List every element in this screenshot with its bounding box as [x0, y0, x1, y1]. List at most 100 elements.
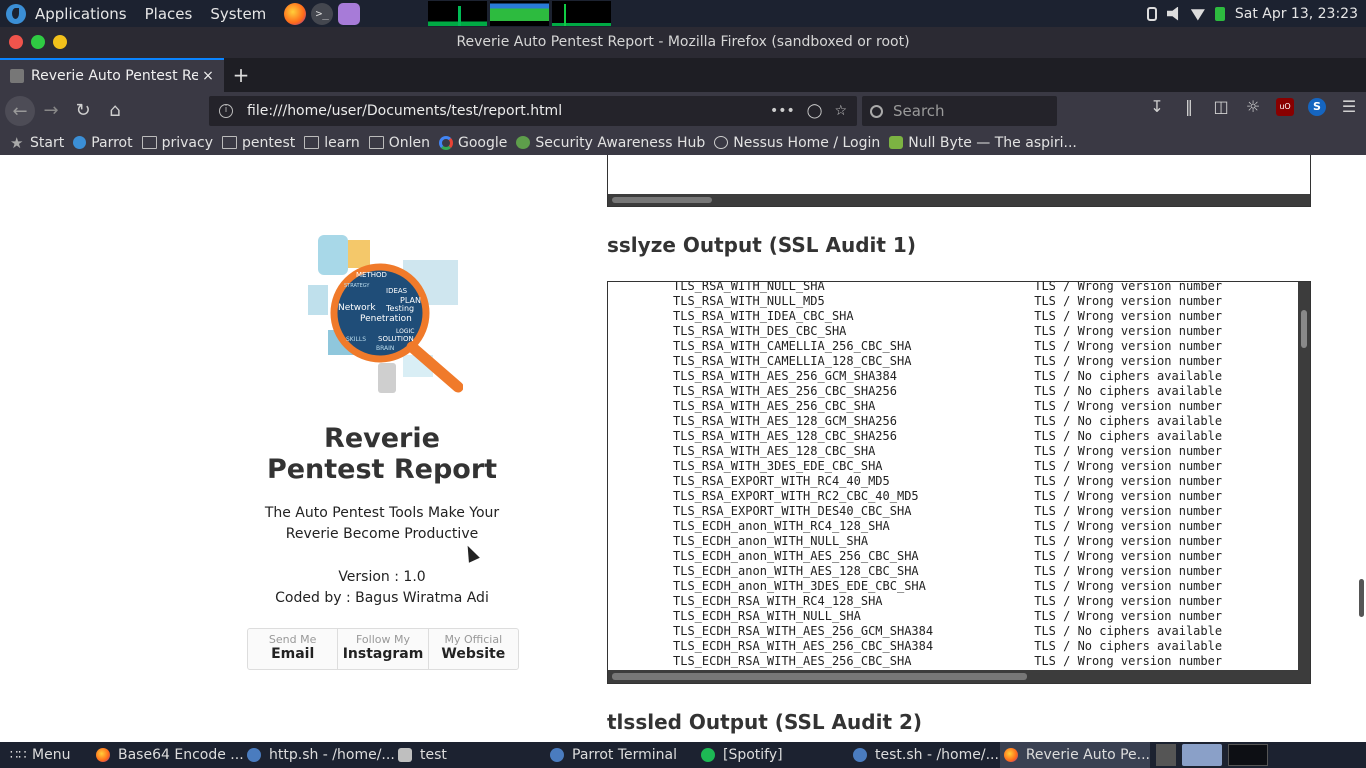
- taskbar-item-http-sh[interactable]: http.sh - /home/...: [247, 742, 395, 768]
- menu-system[interactable]: System: [210, 5, 266, 23]
- taskbar-item-reverie-report[interactable]: Reverie Auto Pe...: [1000, 742, 1150, 768]
- sidebar-icon[interactable]: ◫: [1212, 98, 1230, 116]
- bluetooth-icon[interactable]: [1146, 6, 1157, 21]
- window-close-button[interactable]: [9, 35, 23, 49]
- parrot-logo-icon[interactable]: [6, 3, 26, 24]
- window-maximize-button[interactable]: [31, 35, 45, 49]
- website-button[interactable]: My Official Website: [429, 629, 518, 669]
- extension-s-icon[interactable]: S: [1308, 98, 1326, 116]
- instagram-button[interactable]: Follow My Instagram: [338, 629, 429, 669]
- bookmark-google[interactable]: Google: [439, 135, 507, 151]
- taskbar-menu-button[interactable]: ∷∷ Menu: [10, 742, 70, 768]
- terminal-launcher-icon[interactable]: >_: [311, 2, 334, 25]
- home-icon[interactable]: ⌂: [99, 95, 131, 127]
- cipher-result: TLS / Wrong version number: [1034, 459, 1223, 473]
- page-actions-menu-icon[interactable]: •••: [770, 103, 795, 119]
- firefox-launcher-icon[interactable]: [284, 2, 307, 25]
- cipher-name: TLS_ECDH_anon_WITH_NULL_SHA: [673, 534, 1035, 548]
- report-title: Reverie Pentest Report: [266, 423, 498, 485]
- forward-arrow-icon[interactable]: →: [35, 95, 67, 127]
- cipher-name: TLS_RSA_WITH_DES_CBC_SHA: [673, 324, 1035, 338]
- workspace-1-firefox[interactable]: [1182, 744, 1222, 766]
- text-editor-launcher-icon[interactable]: [338, 2, 361, 25]
- bookmark-start[interactable]: ★ Start: [10, 134, 64, 152]
- editor-icon: [853, 748, 867, 762]
- taskbar-item-test-folder[interactable]: test: [398, 742, 447, 768]
- folder-icon: [222, 136, 237, 149]
- bookmark-star-icon[interactable]: ☆: [834, 103, 847, 119]
- clock[interactable]: Sat Apr 13, 23:23: [1235, 6, 1358, 22]
- bookmark-folder-pentest[interactable]: pentest: [222, 135, 295, 151]
- cipher-name: TLS_ECDH_anon_WITH_AES_128_CBC_SHA: [673, 564, 1035, 578]
- workspace-switcher-icon[interactable]: [1156, 744, 1176, 766]
- bookmark-folder-learn[interactable]: learn: [304, 135, 360, 151]
- tab-close-icon[interactable]: ×: [198, 68, 218, 84]
- search-placeholder[interactable]: Search: [893, 102, 945, 120]
- cipher-result: TLS / Wrong version number: [1034, 281, 1223, 293]
- shield-icon: [516, 136, 531, 149]
- ssl-output-line: TLS_RSA_WITH_CAMELLIA_256_CBC_SHA TLS / …: [673, 339, 1222, 354]
- terminal-icon: [550, 748, 564, 762]
- url-text[interactable]: file:///home/user/Documents/test/report.…: [247, 103, 770, 119]
- cipher-name: TLS_RSA_WITH_IDEA_CBC_SHA: [673, 309, 1035, 323]
- folder-icon: [398, 748, 412, 762]
- bookmark-folder-privacy[interactable]: privacy: [141, 135, 213, 151]
- ssl-output-line: TLS_RSA_WITH_AES_256_CBC_SHA TLS / Wrong…: [673, 399, 1222, 414]
- taskbar-item-parrot-terminal[interactable]: Parrot Terminal: [550, 742, 677, 768]
- cipher-name: TLS_ECDH_anon_WITH_RC4_128_SHA: [673, 519, 1035, 533]
- system-monitors: [428, 1, 611, 26]
- ssl-output-line: TLS_ECDH_anon_WITH_NULL_SHA TLS / Wrong …: [673, 534, 1222, 549]
- cipher-name: TLS_RSA_EXPORT_WITH_RC4_40_MD5: [673, 474, 1035, 488]
- extension-icon[interactable]: ☼: [1244, 98, 1262, 116]
- horizontal-scrollbar[interactable]: [608, 670, 1310, 683]
- vertical-scrollbar[interactable]: [1298, 282, 1310, 672]
- cipher-result: TLS / No ciphers available: [1034, 414, 1223, 428]
- downloads-icon[interactable]: ↧: [1148, 98, 1166, 116]
- page-scrollbar[interactable]: [1356, 155, 1366, 742]
- bookmark-nessus[interactable]: Nessus Home / Login: [714, 135, 880, 151]
- search-input[interactable]: Search: [862, 96, 1057, 126]
- workspace-2-terminal[interactable]: [1228, 744, 1268, 766]
- new-tab-button[interactable]: +: [230, 62, 252, 88]
- bookmark-folder-onlen[interactable]: Onlen: [368, 135, 430, 151]
- cipher-name: TLS_ECDH_RSA_WITH_RC4_128_SHA: [673, 594, 1035, 608]
- volume-icon[interactable]: [1166, 6, 1179, 21]
- system-tray: Sat Apr 13, 23:23: [1146, 0, 1358, 27]
- taskbar-item-test-sh[interactable]: test.sh - /home/...: [853, 742, 999, 768]
- tab-reverie-report[interactable]: Reverie Auto Pentest Rep ×: [0, 58, 224, 92]
- bookmarks-toolbar: ★ Start Parrot privacy pentest learn Onle…: [0, 130, 1366, 155]
- library-icon[interactable]: ‖: [1180, 98, 1198, 116]
- bookmark-security-awareness[interactable]: Security Awareness Hub: [516, 135, 705, 151]
- taskbar-item-base64[interactable]: Base64 Encode ...: [96, 742, 244, 768]
- firefox-icon: [1004, 748, 1018, 762]
- horizontal-scrollbar[interactable]: [608, 194, 1310, 206]
- wifi-icon[interactable]: [1190, 9, 1205, 21]
- reload-icon[interactable]: ↻: [67, 95, 99, 127]
- bookmark-null-byte[interactable]: Null Byte — The aspiri...: [889, 135, 1077, 151]
- page-favicon-icon: [10, 69, 24, 83]
- email-button[interactable]: Send Me Email: [248, 629, 339, 669]
- hamburger-menu-icon[interactable]: ☰: [1340, 98, 1358, 116]
- bookmark-parrot[interactable]: Parrot: [73, 135, 133, 151]
- svg-text:SKILLS: SKILLS: [346, 336, 366, 343]
- cipher-name: TLS_RSA_WITH_CAMELLIA_256_CBC_SHA: [673, 339, 1035, 353]
- battery-icon[interactable]: [1214, 6, 1225, 21]
- ssl-output-line: TLS_ECDH_anon_WITH_AES_128_CBC_SHA TLS /…: [673, 564, 1222, 579]
- cipher-name: TLS_ECDH_RSA_WITH_AES_256_CBC_SHA384: [673, 639, 1035, 653]
- ssl-output-line: TLS_RSA_WITH_NULL_MD5 TLS / Wrong versio…: [673, 294, 1222, 309]
- cipher-result: TLS / Wrong version number: [1034, 309, 1223, 323]
- pocket-icon[interactable]: ◯: [807, 103, 823, 119]
- menu-places[interactable]: Places: [145, 5, 193, 23]
- back-arrow-icon[interactable]: ←: [5, 96, 35, 126]
- url-bar[interactable]: i file:///home/user/Documents/test/repor…: [209, 96, 857, 126]
- cipher-name: TLS_RSA_WITH_AES_128_GCM_SHA256: [673, 414, 1035, 428]
- svg-text:METHOD: METHOD: [356, 271, 387, 279]
- cipher-result: TLS / Wrong version number: [1034, 654, 1223, 668]
- ssl-output-line: TLS_RSA_WITH_CAMELLIA_128_CBC_SHA TLS / …: [673, 354, 1222, 369]
- ublock-origin-icon[interactable]: uO: [1276, 98, 1294, 116]
- taskbar-item-spotify[interactable]: [Spotify]: [701, 742, 783, 768]
- svg-text:IDEAS: IDEAS: [386, 287, 408, 295]
- window-minimize-button[interactable]: [53, 35, 67, 49]
- menu-applications[interactable]: Applications: [35, 5, 127, 23]
- page-info-icon[interactable]: i: [219, 104, 233, 118]
